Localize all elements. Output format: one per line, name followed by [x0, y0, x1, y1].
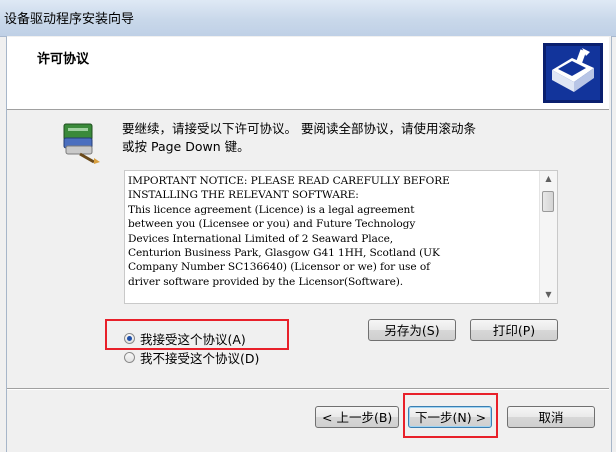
title-bar[interactable]: 设备驱动程序安装向导: [0, 0, 616, 37]
footer-separator: [7, 388, 609, 390]
decline-radio[interactable]: [124, 352, 135, 363]
accept-option[interactable]: 我接受这个协议(A): [124, 329, 246, 348]
accept-radio[interactable]: [124, 333, 135, 344]
back-button[interactable]: < 上一步(B): [315, 406, 399, 428]
instruction-text: 要继续，请接受以下许可协议。 要阅读全部协议，请使用滚动条 或按 Page Do…: [122, 120, 552, 156]
instruction-line-1: 要继续，请接受以下许可协议。 要阅读全部协议，请使用滚动条: [122, 121, 476, 136]
page-title: 许可协议: [37, 52, 90, 67]
window-title: 设备驱动程序安装向导: [4, 12, 135, 27]
scroll-thumb[interactable]: [542, 191, 554, 212]
setup-wizard-icon: [543, 43, 603, 103]
install-package-icon: [63, 123, 100, 164]
cancel-button[interactable]: 取消: [507, 406, 595, 428]
decline-label[interactable]: 我不接受这个协议(D): [140, 348, 259, 367]
license-text-box[interactable]: IMPORTANT NOTICE: PLEASE READ CAREFULLY …: [124, 170, 558, 304]
scroll-up-arrow-icon[interactable]: ▲: [540, 171, 557, 187]
next-button[interactable]: 下一步(N) >: [408, 406, 492, 428]
license-agreement-text[interactable]: IMPORTANT NOTICE: PLEASE READ CAREFULLY …: [128, 174, 534, 300]
print-button[interactable]: 打印(P): [470, 319, 558, 341]
wizard-header: 许可协议: [7, 37, 609, 110]
save-as-button[interactable]: 另存为(S): [368, 319, 456, 341]
instruction-line-2: 或按 Page Down 键。: [122, 139, 250, 154]
license-scrollbar[interactable]: ▲ ▼: [539, 171, 557, 303]
decline-option[interactable]: 我不接受这个协议(D): [124, 348, 259, 367]
accept-label[interactable]: 我接受这个协议(A): [140, 329, 246, 348]
scroll-down-arrow-icon[interactable]: ▼: [540, 287, 557, 303]
